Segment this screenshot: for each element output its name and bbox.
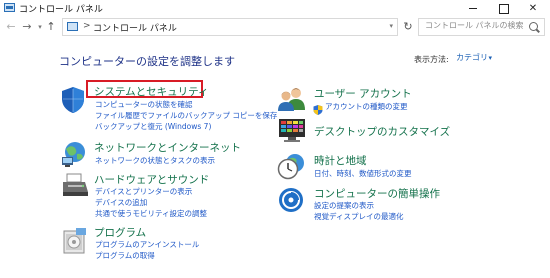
programs-icon[interactable]	[62, 227, 88, 259]
page-title: コンピューターの設定を調整します	[59, 55, 235, 68]
category-clock-region[interactable]: 時計と地域	[314, 153, 367, 168]
minimize-button[interactable]	[458, 0, 488, 17]
close-button[interactable]: ✕	[518, 0, 548, 17]
forward-arrow-icon[interactable]: →	[20, 20, 34, 34]
navigation-bar: ← → ▾ ↑ > コントロール パネル ▾ ↻	[0, 17, 550, 37]
category-programs[interactable]: プログラム	[94, 225, 146, 240]
network-globe-icon[interactable]	[60, 140, 88, 172]
ease-of-access-icon[interactable]	[277, 186, 305, 218]
category-network-internet[interactable]: ネットワークとインターネット	[94, 140, 241, 155]
address-bar[interactable]: > コントロール パネル ▾	[62, 18, 398, 36]
link-change-account-type[interactable]: アカウントの種類の変更	[325, 101, 408, 112]
title-bar: コントロール パネル ✕	[0, 0, 550, 17]
link-mobility-settings[interactable]: 共通で使うモビリティ設定の調整	[95, 208, 207, 219]
link-optimize-visual-display[interactable]: 視覚ディスプレイの最適化	[314, 211, 403, 222]
control-panel-location-icon	[67, 22, 78, 31]
window-title: コントロール パネル	[19, 5, 103, 15]
search-input[interactable]	[425, 21, 525, 30]
search-box[interactable]	[418, 18, 545, 36]
refresh-icon[interactable]: ↻	[402, 20, 414, 34]
category-user-accounts[interactable]: ユーザー アカウント	[314, 86, 412, 101]
recent-locations-chevron-icon[interactable]: ▾	[36, 20, 44, 34]
link-settings-suggestions[interactable]: 設定の提案の表示	[314, 200, 374, 211]
clock-icon[interactable]	[277, 153, 307, 185]
link-backup-restore[interactable]: バックアップと復元 (Windows 7)	[95, 121, 211, 132]
view-by-label: 表示方法:	[414, 55, 449, 64]
printer-icon[interactable]	[60, 172, 90, 204]
link-add-device[interactable]: デバイスの追加	[95, 197, 147, 208]
control-panel-app-icon	[4, 3, 15, 12]
breadcrumb-control-panel[interactable]: コントロール パネル	[93, 21, 177, 34]
link-get-programs[interactable]: プログラムの取得	[95, 250, 155, 261]
uac-shield-icon	[313, 100, 323, 119]
link-file-history-backup[interactable]: ファイル履歴でファイルのバックアップ コピーを保存	[95, 110, 277, 121]
address-dropdown-chevron-icon[interactable]: ▾	[389, 22, 393, 30]
control-panel-window: コントロール パネル ✕ ← → ▾ ↑ > コントロール パネル ▾ ↻ コン…	[0, 0, 550, 278]
category-system-security[interactable]: システムとセキュリティ	[94, 84, 209, 99]
category-desktop-customization[interactable]: デスクトップのカスタマイズ	[314, 124, 450, 139]
breadcrumb-separator[interactable]: >	[83, 21, 91, 31]
maximize-button[interactable]	[488, 0, 518, 17]
back-arrow-icon[interactable]: ←	[4, 20, 18, 34]
link-check-computer-status[interactable]: コンピューターの状態を確認	[95, 99, 193, 110]
desktop-palette-icon[interactable]	[277, 117, 307, 147]
link-date-time-format[interactable]: 日付、時刻、数値形式の変更	[314, 168, 412, 179]
category-hardware-sound[interactable]: ハードウェアとサウンド	[94, 172, 209, 187]
shield-icon[interactable]	[60, 86, 86, 118]
link-devices-printers[interactable]: デバイスとプリンターの表示	[95, 186, 192, 197]
up-arrow-icon[interactable]: ↑	[44, 20, 58, 34]
category-ease-of-access[interactable]: コンピューターの簡単操作	[314, 186, 440, 201]
link-network-status-tasks[interactable]: ネットワークの状態とタスクの表示	[95, 155, 215, 166]
search-icon[interactable]	[529, 22, 538, 31]
view-by-dropdown[interactable]: カテゴリ	[452, 50, 494, 66]
users-icon[interactable]	[277, 86, 307, 116]
link-uninstall-program[interactable]: プログラムのアンインストール	[95, 239, 199, 250]
